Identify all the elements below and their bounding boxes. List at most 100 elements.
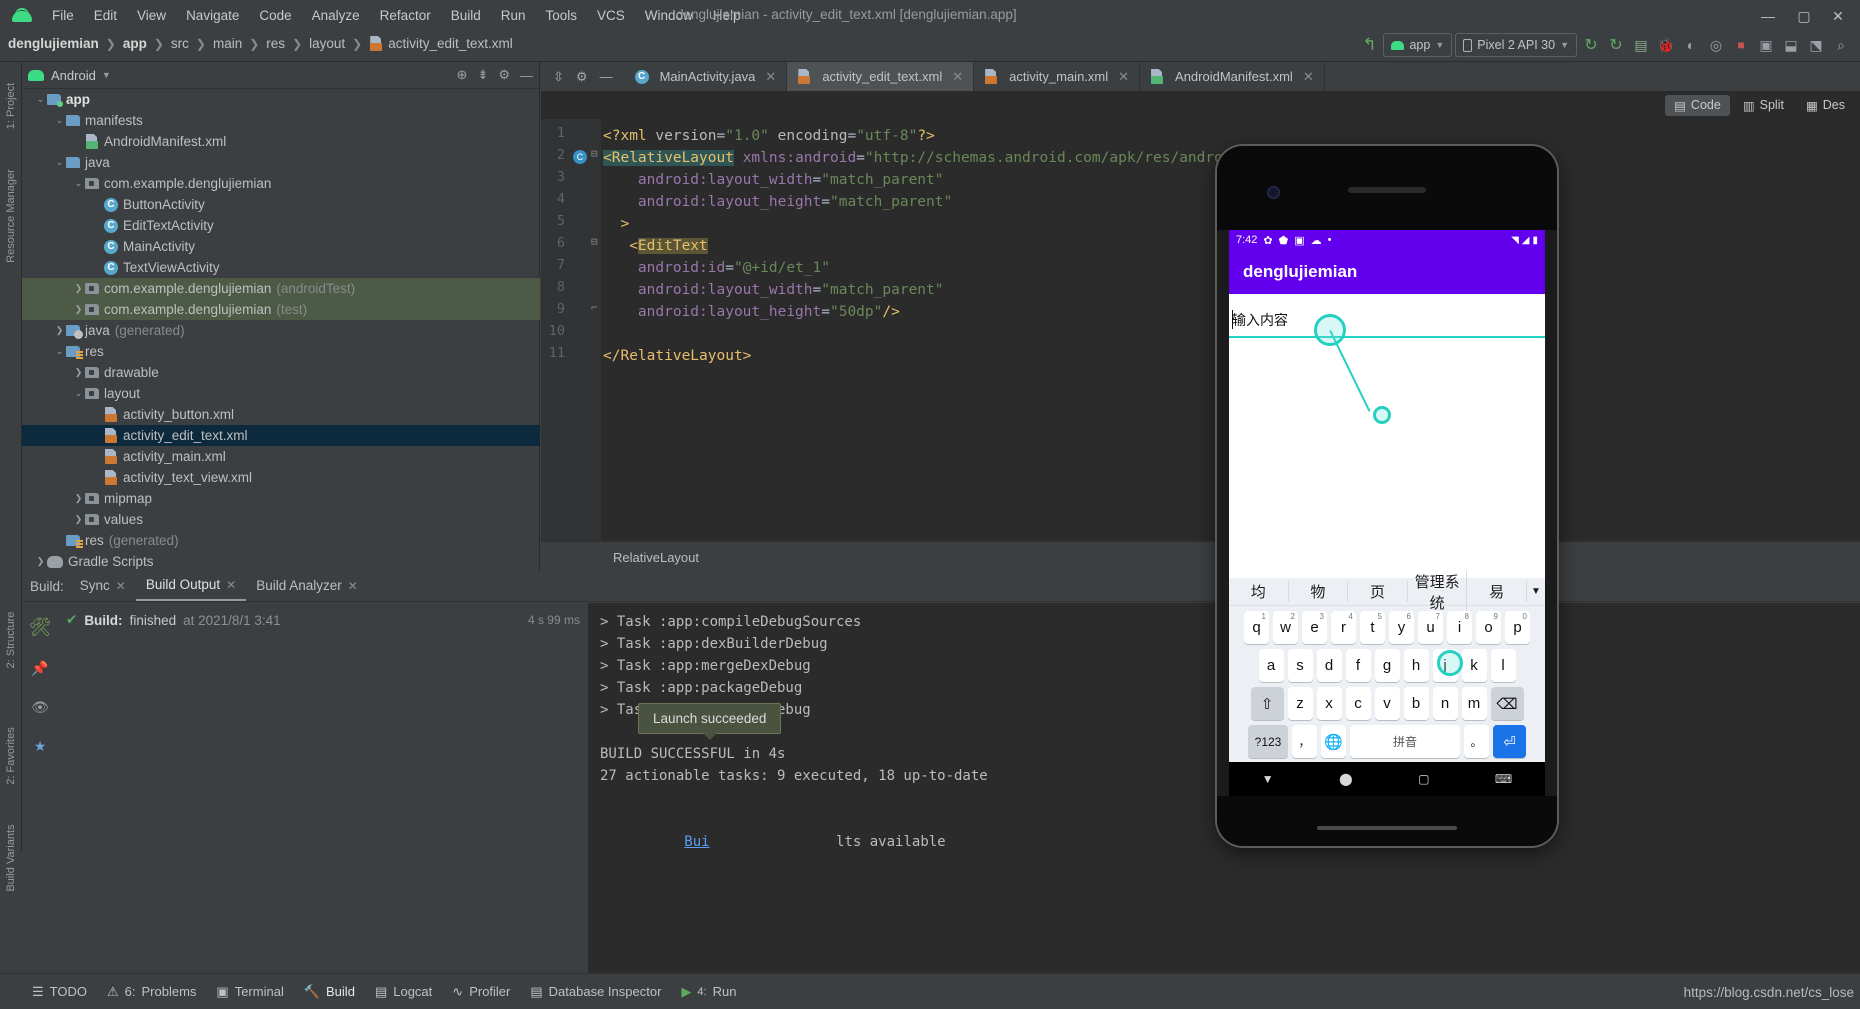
stop-icon[interactable]: ■ <box>1730 33 1752 57</box>
tree-item-mipmap[interactable]: ❯ mipmap <box>22 488 540 509</box>
keyboard-row-4[interactable]: ?123 ， 🌐 拼音 。 ⏎ <box>1229 725 1545 758</box>
chevron-down-icon[interactable]: ▼ <box>1527 586 1545 597</box>
breadcrumb-app[interactable]: app <box>123 36 147 51</box>
breadcrumb-project[interactable]: denglujiemian <box>8 36 99 51</box>
menu-item-code[interactable]: Code <box>249 5 301 26</box>
backspace-key[interactable]: ⌫ <box>1490 687 1524 720</box>
build-analyzer-link[interactable]: Bui <box>684 834 709 850</box>
tree-item-edittextactivity[interactable]: C EditTextActivity <box>22 215 540 236</box>
soft-keyboard[interactable]: 均 物 页 管理系统 易 ▼ 1q2w3e4r5t6y7u8i9o0p asdf… <box>1229 570 1545 762</box>
breadcrumb-res[interactable]: res <box>266 36 285 51</box>
run-icon[interactable]: ↻ <box>1580 33 1602 57</box>
shift-key[interactable]: ⇧ <box>1250 687 1284 720</box>
tree-item-gradle-scripts[interactable]: ❯ Gradle Scripts <box>22 551 540 572</box>
suggestion-2[interactable]: 页 <box>1348 581 1408 602</box>
stripe-tab-structure[interactable]: 2: Structure <box>5 595 17 685</box>
keyboard-suggestion-bar[interactable]: 均 物 页 管理系统 易 ▼ <box>1229 570 1545 613</box>
apply-code-changes-icon[interactable]: ▤ <box>1630 33 1652 57</box>
tree-item-com-example-denglujiemian[interactable]: ❯ com.example.denglujiemian (androidTest) <box>22 278 540 299</box>
tree-item-androidmanifest-xml[interactable]: AndroidManifest.xml <box>22 131 540 152</box>
close-button[interactable]: ✕ <box>1830 8 1846 25</box>
symbols-key[interactable]: ?123 <box>1248 725 1288 758</box>
key-t[interactable]: 5t <box>1360 611 1385 644</box>
tree-item-res[interactable]: ⌄ res <box>22 341 540 362</box>
key-k[interactable]: k <box>1461 649 1487 682</box>
breadcrumb-file[interactable]: activity_edit_text.xml <box>388 36 513 51</box>
code-line[interactable]: android:layout_width="match_parent" <box>603 279 944 301</box>
build-tab-build-analyzer[interactable]: Build Analyzer ✕ <box>246 573 368 600</box>
build-tab-sync[interactable]: Sync ✕ <box>70 573 136 600</box>
device-selector[interactable]: Pixel 2 API 30 ▼ <box>1455 33 1577 57</box>
editor-tab-activity-main[interactable]: activity_main.xml ✕ <box>974 62 1141 91</box>
chevron-right-icon[interactable]: ❯ <box>34 556 47 567</box>
chevron-right-icon[interactable]: ❯ <box>72 367 85 378</box>
key-q[interactable]: 1q <box>1244 611 1269 644</box>
profile-icon[interactable]: ◐ <box>1680 33 1702 57</box>
status-item-profiler[interactable]: ∿ Profiler <box>452 984 510 1000</box>
view-mode-split[interactable]: ▥ Split <box>1734 95 1793 116</box>
project-view-label[interactable]: Android <box>51 68 96 83</box>
tree-item-manifests[interactable]: ⌄ manifests <box>22 110 540 131</box>
chevron-right-icon[interactable]: ❯ <box>53 325 66 336</box>
collapse-all-icon[interactable]: ⇟ <box>477 67 488 83</box>
menu-item-vcs[interactable]: VCS <box>587 5 635 26</box>
hide-panel-icon[interactable]: — <box>520 68 533 83</box>
suggestion-3[interactable]: 管理系统 <box>1408 570 1468 613</box>
code-line[interactable]: <RelativeLayout xmlns:android="http://sc… <box>603 147 1249 169</box>
status-item-run[interactable]: ▶ 4: Run <box>681 984 736 1000</box>
editor-gutter[interactable]: 1 2 C ⊟ 3 4 5 6 ⊟ 7 8 9 ⌐ 10 11 <box>541 119 601 541</box>
key-u[interactable]: 7u <box>1418 611 1443 644</box>
class-marker-icon[interactable]: C <box>573 148 588 164</box>
stripe-tab-build-variants[interactable]: Build Variants <box>5 806 17 910</box>
code-line[interactable]: android:layout_width="match_parent" <box>603 169 944 191</box>
menu-item-tools[interactable]: Tools <box>536 5 588 26</box>
chevron-right-icon[interactable]: ❯ <box>72 283 85 294</box>
pin-icon[interactable]: 📌 <box>31 660 48 677</box>
home-icon[interactable]: ⬤ <box>1339 772 1352 786</box>
tree-item-activity-main-xml[interactable]: activity_main.xml <box>22 446 540 467</box>
editor-tab-androidmanifest[interactable]: AndroidManifest.xml ✕ <box>1140 62 1325 91</box>
enter-key[interactable]: ⏎ <box>1493 725 1526 758</box>
chevron-down-icon[interactable]: ⌄ <box>34 94 47 105</box>
suggestion-4[interactable]: 易 <box>1467 581 1527 602</box>
expand-icon[interactable]: ⇳ <box>553 69 564 85</box>
globe-key[interactable]: 🌐 <box>1321 725 1346 758</box>
keyboard-row-3[interactable]: ⇧ z x c v b nm ⌫ <box>1229 687 1545 720</box>
emulator-screen[interactable]: 7:42 ✿ ⬟ ▣ ☁ • ◥ ◢ ▮ denglujiemian 输入内容 <box>1229 230 1545 762</box>
menu-item-view[interactable]: View <box>127 5 176 26</box>
suggestion-1[interactable]: 物 <box>1289 581 1349 602</box>
view-mode-code[interactable]: ▤ Code <box>1665 94 1730 116</box>
build-result-row[interactable]: ✔ Build: finished at 2021/8/1 3:41 4 s 9… <box>58 609 588 631</box>
close-icon[interactable]: ✕ <box>226 578 236 592</box>
key-f[interactable]: f <box>1345 649 1371 682</box>
close-icon[interactable]: ✕ <box>1303 69 1314 85</box>
stripe-tab-favorites[interactable]: 2: Favorites <box>5 711 17 801</box>
code-line[interactable]: android:id="@+id/et_1" <box>603 257 830 279</box>
debug-icon[interactable]: 🐞 <box>1655 33 1677 57</box>
tree-item-layout[interactable]: ⌄ layout <box>22 383 540 404</box>
key-d[interactable]: d <box>1316 649 1342 682</box>
key-y[interactable]: 6y <box>1389 611 1414 644</box>
comma-key[interactable]: ， <box>1292 725 1317 758</box>
period-key[interactable]: 。 <box>1464 725 1489 758</box>
code-line[interactable] <box>603 323 612 345</box>
key-i[interactable]: 8i <box>1447 611 1472 644</box>
status-item-terminal[interactable]: ▣ Terminal <box>216 984 283 1000</box>
menu-item-edit[interactable]: Edit <box>84 5 127 26</box>
keyboard-row-2[interactable]: asdfghjkl <box>1229 649 1545 682</box>
recents-icon[interactable]: ▢ <box>1418 772 1429 786</box>
key-a[interactable]: a <box>1258 649 1284 682</box>
close-icon[interactable]: ✕ <box>765 69 776 85</box>
fold-handle-icon[interactable]: ⊟ <box>591 147 598 160</box>
tree-item-values[interactable]: ❯ values <box>22 509 540 530</box>
close-icon[interactable]: ✕ <box>1118 69 1129 85</box>
editor-tab-activity-edit-text[interactable]: activity_edit_text.xml ✕ <box>787 62 975 91</box>
gear-icon[interactable]: ⚙ <box>498 67 510 83</box>
key-r[interactable]: 4r <box>1331 611 1356 644</box>
key-s[interactable]: s <box>1287 649 1313 682</box>
status-item-build[interactable]: 🔨 Build <box>304 984 355 1000</box>
code-line[interactable]: <EditText <box>603 235 708 257</box>
key-c[interactable]: c <box>1345 687 1371 720</box>
space-key[interactable]: 拼音 <box>1350 725 1460 758</box>
fold-handle-icon[interactable]: ⊟ <box>591 235 598 248</box>
